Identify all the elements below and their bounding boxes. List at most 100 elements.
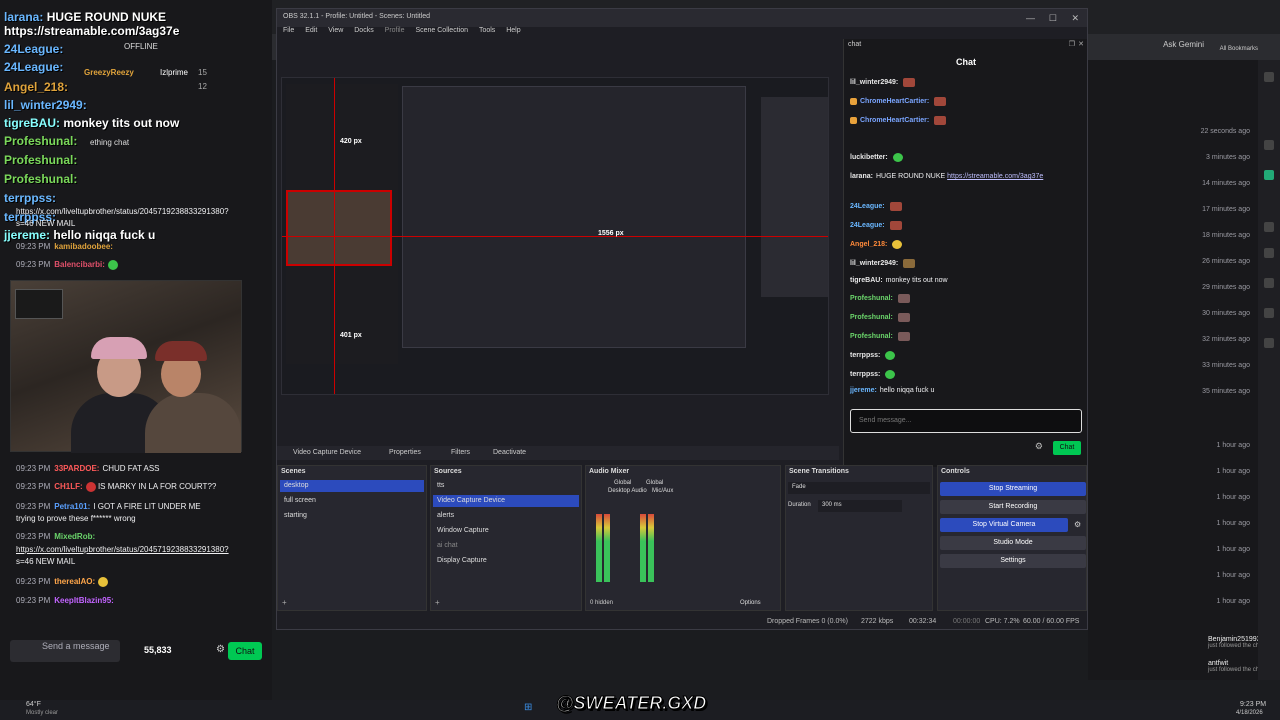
stop-virtual-camera-button[interactable]: Stop Virtual Camera xyxy=(940,518,1068,532)
menu-file[interactable]: File xyxy=(283,27,294,34)
scene-item[interactable]: starting xyxy=(280,510,424,522)
start-recording-button[interactable]: Start Recording xyxy=(940,500,1086,514)
activity-time: 1 hour ago xyxy=(1216,442,1250,449)
add-icon[interactable]: + xyxy=(435,598,440,607)
chat-message: 09:23 PM therealAO: xyxy=(16,577,109,587)
menu-help[interactable]: Help xyxy=(506,27,520,34)
scene-item[interactable]: full screen xyxy=(280,495,424,507)
rail-icon[interactable] xyxy=(1264,248,1274,258)
options-button[interactable]: Options xyxy=(740,600,761,606)
offset-label: 420 px xyxy=(340,138,362,145)
studio-mode-button[interactable]: Studio Mode xyxy=(940,536,1086,550)
overlay-line: terrppss: xyxy=(4,191,57,205)
background-tv xyxy=(15,289,63,319)
transition-select[interactable]: Fade xyxy=(788,482,930,494)
deactivate-button[interactable]: Deactivate xyxy=(493,449,526,456)
chat-message: Profeshunal: xyxy=(850,332,910,341)
fps: 60.00 / 60.00 FPS xyxy=(1023,618,1080,625)
menu-scene-collection[interactable]: Scene Collection xyxy=(415,27,468,34)
obs-titlebar: OBS 32.1.1 - Profile: Untitled - Scenes:… xyxy=(277,9,1087,27)
source-item[interactable]: Display Capture xyxy=(433,555,579,567)
chat-message: Profeshunal: xyxy=(850,313,910,322)
rail-icon[interactable] xyxy=(1264,278,1274,288)
activity-time: 1 hour ago xyxy=(1216,494,1250,501)
channel-name[interactable]: Desktop Audio xyxy=(608,488,647,494)
activity-time: 18 minutes ago xyxy=(1202,232,1250,239)
chat-message: tigreBAU: monkey tits out now xyxy=(850,277,948,284)
person-body xyxy=(145,393,241,453)
close-icon[interactable]: ✕ xyxy=(1071,13,1079,24)
maximize-icon[interactable]: ☐ xyxy=(1049,13,1057,24)
chat-button[interactable]: Chat xyxy=(228,642,262,660)
rail-icon[interactable] xyxy=(1264,338,1274,348)
chat-message: trying to prove these f****** wrong xyxy=(16,514,136,523)
gear-icon[interactable]: ⚙ xyxy=(216,644,225,655)
gear-icon[interactable]: ⚙ xyxy=(1074,520,1081,529)
overlay-line: https://streamable.com/3ag37e xyxy=(4,24,180,38)
activity-time: 17 minutes ago xyxy=(1202,206,1250,213)
start-icon[interactable]: ⊞ xyxy=(524,702,532,713)
preview-nested-obs xyxy=(402,86,828,348)
undock-icon[interactable]: ❐ xyxy=(1069,40,1075,48)
chat-link[interactable]: https://streamable.com/3ag37e xyxy=(947,173,1043,180)
stream-time: 00:32:34 xyxy=(909,618,937,625)
emote-icon xyxy=(934,116,947,125)
gear-icon[interactable]: ⚙ xyxy=(1035,441,1043,452)
source-item[interactable]: Window Capture xyxy=(433,525,579,537)
activity-time: 1 hour ago xyxy=(1216,546,1250,553)
rail-icon[interactable] xyxy=(1264,140,1274,150)
chat-title: Chat xyxy=(956,57,976,67)
preview-canvas[interactable]: 1556 px 401 px 420 px xyxy=(281,77,829,395)
source-item[interactable]: alerts xyxy=(433,510,579,522)
popup-user: GreezyReezy xyxy=(84,68,134,77)
ask-gemini-button[interactable]: Ask Gemini xyxy=(1163,40,1204,49)
filters-button[interactable]: Filters xyxy=(451,449,470,456)
rail-icon[interactable] xyxy=(1264,170,1274,180)
activity-time: 32 minutes ago xyxy=(1202,336,1250,343)
menu-docks[interactable]: Docks xyxy=(354,27,373,34)
activity-time: 33 minutes ago xyxy=(1202,362,1250,369)
menu-tools[interactable]: Tools xyxy=(479,27,495,34)
clock-date: 4/18/2026 xyxy=(1236,710,1263,716)
source-item[interactable]: tts xyxy=(433,480,579,492)
record-time: 00:00:00 xyxy=(953,618,981,625)
menu-profile[interactable]: Profile xyxy=(385,27,405,34)
menu-edit[interactable]: Edit xyxy=(305,27,317,34)
overlay-line: Profeshunal: xyxy=(4,153,78,167)
bitrate: 2722 kbps xyxy=(861,618,894,625)
activity-time: 35 minutes ago xyxy=(1202,388,1250,395)
settings-button[interactable]: Settings xyxy=(940,554,1086,568)
rail-icon[interactable] xyxy=(1264,308,1274,318)
add-icon[interactable]: + xyxy=(282,598,287,607)
stop-streaming-button[interactable]: Stop Streaming xyxy=(940,482,1086,496)
rail-icon[interactable] xyxy=(1264,222,1274,232)
overlay-line: jjereme: hello niqqa fuck u xyxy=(4,228,156,242)
emote-icon xyxy=(934,97,947,106)
chat-send-button[interactable]: Chat xyxy=(1053,441,1081,455)
minimize-icon[interactable]: — xyxy=(1026,13,1035,23)
emote-icon xyxy=(903,78,916,87)
viewer-count: 55,833 xyxy=(144,645,172,655)
duration-input[interactable]: 300 ms xyxy=(818,500,902,512)
source-item[interactable]: ai chat xyxy=(433,540,579,552)
menu-view[interactable]: View xyxy=(328,27,343,34)
window-title: OBS 32.1.1 - Profile: Untitled - Scenes:… xyxy=(283,13,431,20)
emote-icon xyxy=(885,351,896,360)
close-icon[interactable]: ✕ xyxy=(1078,40,1084,48)
preview-nested-chat xyxy=(761,97,828,297)
properties-button[interactable]: Properties xyxy=(389,449,421,456)
duration-label: Duration xyxy=(788,502,811,508)
send-message-input[interactable]: Send message... xyxy=(850,409,1082,433)
scene-item[interactable]: desktop xyxy=(280,480,424,492)
emote-icon xyxy=(897,332,910,341)
source-item[interactable]: Video Capture Device xyxy=(433,495,579,507)
rail-icon[interactable] xyxy=(1264,72,1274,82)
clock-time: 9:23 PM xyxy=(1240,701,1267,708)
channel-global: Global xyxy=(646,480,664,486)
chat-message: 09:23 PM Petra101: I GOT A FIRE LIT UNDER … xyxy=(16,502,201,511)
activity-feed: 22 seconds ago 3 minutes ago 14 minutes … xyxy=(1088,60,1280,680)
channel-name[interactable]: Mic/Aux xyxy=(652,488,673,494)
send-message-input[interactable]: Send a message xyxy=(10,640,120,662)
all-bookmarks[interactable]: All Bookmarks xyxy=(1220,46,1258,52)
overlay-line: tigreBAU: monkey tits out now xyxy=(4,116,180,130)
